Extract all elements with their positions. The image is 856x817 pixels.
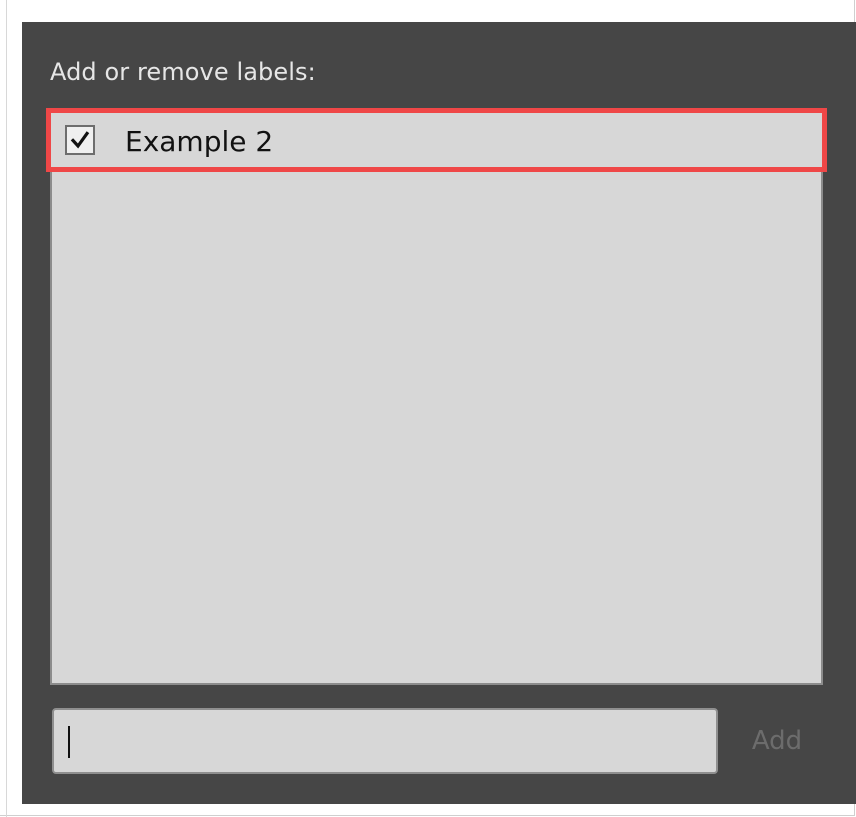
text-cursor bbox=[68, 726, 70, 758]
labels-panel: Add or remove labels: Example 2 Add bbox=[22, 22, 856, 804]
checkmark-icon bbox=[70, 131, 90, 149]
list-item-example-2[interactable]: Example 2 bbox=[46, 108, 827, 172]
dialog-title: Add or remove labels: bbox=[50, 58, 316, 86]
new-label-input[interactable] bbox=[52, 708, 718, 774]
labels-list[interactable]: Example 2 bbox=[46, 108, 827, 685]
label-checkbox[interactable] bbox=[65, 125, 95, 155]
window-edge bbox=[6, 0, 7, 817]
list-item-label: Example 2 bbox=[125, 125, 274, 158]
add-button[interactable]: Add bbox=[740, 718, 814, 764]
